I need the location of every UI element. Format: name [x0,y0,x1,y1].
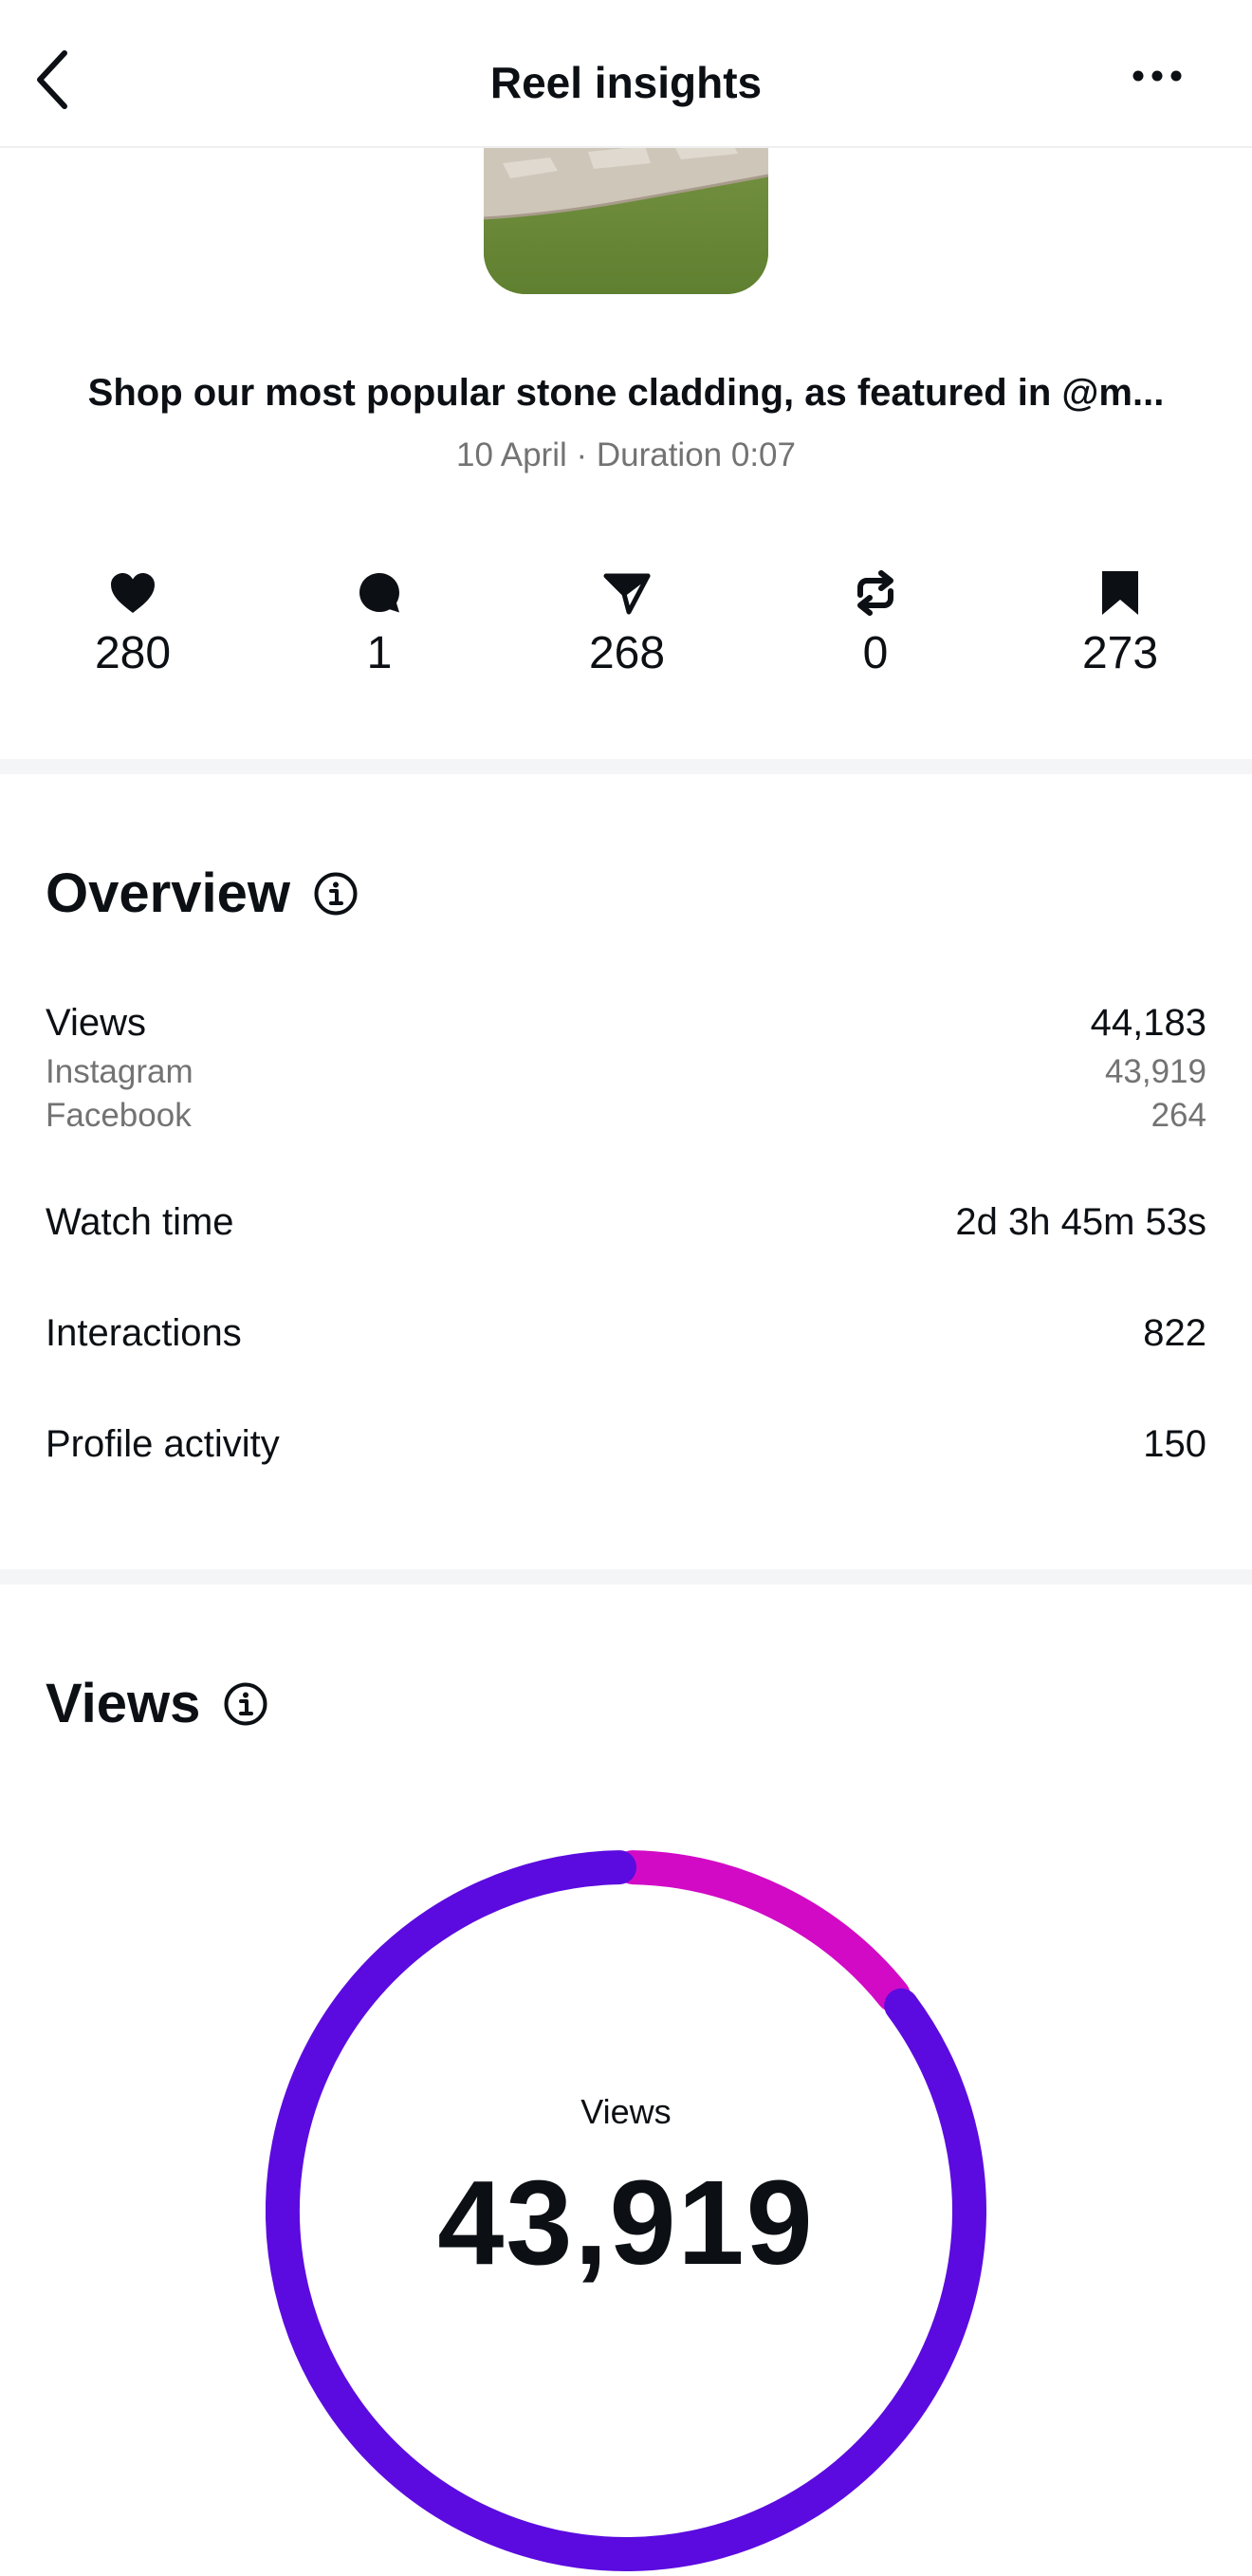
metric-row-interactions[interactable]: Interactions 822 [46,1312,1206,1355]
metric-row-profile-activity[interactable]: Profile activity 150 [46,1423,1206,1466]
metric-value: 43,919 [1104,1053,1206,1090]
shares-count: 268 [588,628,666,678]
metric-label: Facebook [46,1097,192,1134]
donut-center-value: 43,919 [437,2156,815,2289]
views-heading: Views [46,1672,268,1735]
metric-label: Instagram [46,1053,193,1090]
metric-label: Watch time [46,1201,234,1243]
more-options-button[interactable] [1129,66,1195,95]
section-divider [0,759,1252,774]
overview-heading: Overview [46,862,359,925]
likes-count: 280 [94,628,172,678]
stat-saves: 273 [1025,565,1215,679]
page-title: Reel insights [489,58,763,107]
heart-icon [111,573,155,613]
comments-count: 1 [366,628,393,678]
comment-icon [359,573,399,613]
stat-comments: 1 [285,565,474,679]
more-horizontal-icon [1132,70,1182,82]
overview-title: Overview [46,862,290,924]
stat-likes: 280 [38,565,228,679]
views-title: Views [46,1673,201,1734]
metric-label: Interactions [46,1312,242,1354]
metric-row-watch-time[interactable]: Watch time 2d 3h 45m 53s [46,1201,1206,1244]
section-divider [0,1569,1252,1585]
metric-value: 264 [1151,1097,1206,1134]
metric-value: 44,183 [1090,1002,1206,1044]
engagement-stats: 280 1 268 0 273 [0,565,1252,688]
metric-row-views[interactable]: Views 44,183 [46,1002,1206,1045]
bookmark-icon [1102,571,1138,615]
info-icon[interactable] [223,1681,268,1727]
metric-row-instagram: Instagram 43,919 [46,1053,1206,1091]
share-icon [603,573,651,615]
stat-reposts: 0 [781,565,970,679]
donut-segment-1 [615,1850,911,2012]
metric-label: Views [46,1002,146,1044]
reel-caption: Shop our most popular stone cladding, as… [87,372,1165,414]
saves-count: 273 [1081,628,1159,678]
metric-value: 150 [1143,1423,1206,1465]
metric-label: Profile activity [46,1423,280,1465]
donut-center-label: Views [580,2092,672,2131]
metric-value: 822 [1143,1312,1206,1354]
stat-shares: 268 [532,565,722,679]
metric-row-facebook: Facebook 264 [46,1097,1206,1135]
repost-icon [857,570,893,616]
reposts-count: 0 [862,628,889,678]
metric-value: 2d 3h 45m 53s [955,1201,1206,1243]
top-bar: Reel insights [0,0,1252,148]
reel-meta: 10 April · Duration 0:07 [456,436,796,473]
info-icon[interactable] [313,871,359,917]
